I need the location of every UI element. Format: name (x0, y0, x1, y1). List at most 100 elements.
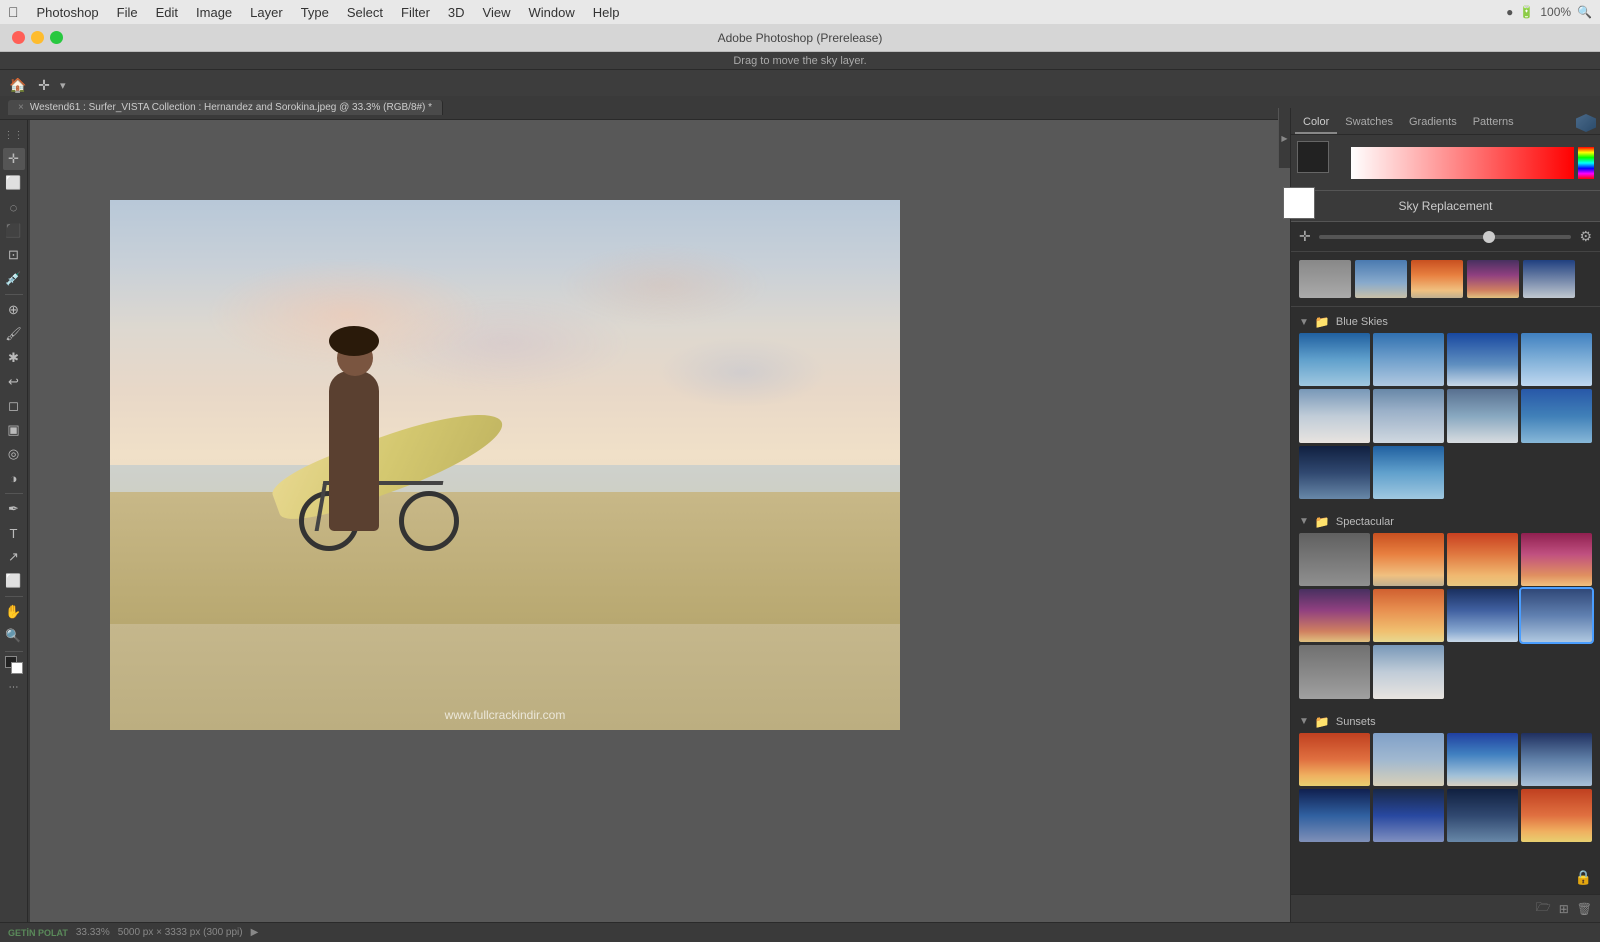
blue-sky-1[interactable] (1299, 333, 1370, 386)
brush-tool[interactable]: 🖌 (3, 323, 25, 345)
spectacular-5[interactable] (1299, 589, 1370, 642)
sky-category-spectacular-header[interactable]: ▼ 📁 Spectacular (1291, 511, 1600, 533)
background-color-swatch[interactable] (1283, 187, 1315, 219)
sky-preset-sunset1[interactable] (1411, 260, 1463, 298)
sky-category-blue-skies-header[interactable]: ▼ 📁 Blue Skies (1291, 311, 1600, 333)
menu-file[interactable]: File (109, 3, 146, 22)
history-brush-tool[interactable]: ↩ (3, 371, 25, 393)
blue-sky-2[interactable] (1373, 333, 1444, 386)
apple-logo[interactable]:  (8, 4, 19, 20)
sky-preset-gray[interactable] (1299, 260, 1351, 298)
eyedropper-tool[interactable]: 💉 (3, 268, 25, 290)
menu-photoshop[interactable]: Photoshop (29, 3, 107, 22)
spectacular-8-selected[interactable] (1521, 589, 1592, 642)
path-selection-tool[interactable]: ↗ (3, 546, 25, 568)
sunset-3[interactable] (1447, 733, 1518, 786)
sky-position-slider[interactable] (1319, 235, 1572, 239)
sky-move-icon[interactable]: ✛ (1299, 228, 1311, 245)
lasso-tool[interactable]: ◌ (3, 196, 25, 218)
spectacular-6[interactable] (1373, 589, 1444, 642)
tab-color[interactable]: Color (1295, 112, 1337, 134)
sky-settings-icon[interactable]: ⚙ (1579, 228, 1592, 245)
rectangular-marquee-tool[interactable]: ⬜ (3, 172, 25, 194)
spectacular-1[interactable] (1299, 533, 1370, 586)
sunset-1[interactable] (1299, 733, 1370, 786)
expand-arrow[interactable]: ▶ (251, 927, 259, 938)
menu-view[interactable]: View (475, 3, 519, 22)
object-selection-tool[interactable]: ⬛ (3, 220, 25, 242)
sky-category-sunsets-header[interactable]: ▼ 📁 Sunsets (1291, 711, 1600, 733)
spectacular-9[interactable] (1299, 645, 1370, 698)
clone-stamp-tool[interactable]: ✱ (3, 347, 25, 369)
color-ramp[interactable] (1351, 147, 1574, 179)
document-tab[interactable]: × Westend61 : Surfer_VISTA Collection : … (8, 100, 443, 115)
new-folder-icon[interactable]: 🗁 (1536, 898, 1551, 919)
minimize-button[interactable] (31, 31, 44, 44)
panel-collapse-button[interactable]: ▶ (1278, 108, 1290, 168)
blue-sky-4[interactable] (1521, 333, 1592, 386)
menu-filter[interactable]: Filter (393, 3, 438, 22)
spectacular-2[interactable] (1373, 533, 1444, 586)
spectacular-7[interactable] (1447, 589, 1518, 642)
extra-tool[interactable]: ⋯ (3, 676, 25, 698)
gradient-tool[interactable]: ▣ (3, 419, 25, 441)
foreground-color[interactable] (5, 656, 23, 674)
collapse-panels-button[interactable]: ⋮⋮ (3, 124, 25, 146)
blue-sky-5[interactable] (1299, 389, 1370, 442)
move-tool[interactable]: ✛ (3, 148, 25, 170)
menu-help[interactable]: Help (585, 3, 628, 22)
tab-gradients[interactable]: Gradients (1401, 112, 1465, 134)
sunset-7[interactable] (1447, 789, 1518, 842)
move-tool-icon[interactable]: ✛ (34, 76, 54, 96)
menu-type[interactable]: Type (293, 3, 337, 22)
sky-preset-blue2[interactable] (1523, 260, 1575, 298)
menu-window[interactable]: Window (521, 3, 583, 22)
spectacular-3[interactable] (1447, 533, 1518, 586)
menu-layer[interactable]: Layer (242, 3, 291, 22)
tool-option-arrow[interactable]: ▾ (60, 79, 66, 92)
sky-slider-thumb[interactable] (1483, 231, 1495, 243)
new-item-icon[interactable]: ⊞ (1559, 902, 1569, 916)
blur-tool[interactable]: ◎ (3, 443, 25, 465)
sunset-8[interactable] (1521, 789, 1592, 842)
menu-3d[interactable]: 3D (440, 3, 473, 22)
maximize-button[interactable] (50, 31, 63, 44)
blue-sky-3[interactable] (1447, 333, 1518, 386)
tab-swatches[interactable]: Swatches (1337, 112, 1401, 134)
blue-sky-8[interactable] (1521, 389, 1592, 442)
dodge-tool[interactable]: ◑ (3, 467, 25, 489)
spectacular-4[interactable] (1521, 533, 1592, 586)
crop-tool[interactable]: ⊡ (3, 244, 25, 266)
sky-replacement-panel[interactable]: Sky Replacement ✛ ⚙ ▼ 📁 Blue Skies (1291, 190, 1600, 922)
hand-tool[interactable]: ✋ (3, 601, 25, 623)
color-spectrum[interactable] (1578, 147, 1594, 179)
sunset-2[interactable] (1373, 733, 1444, 786)
sky-preset-sunset2[interactable] (1467, 260, 1519, 298)
home-icon[interactable]: 🏠 (8, 76, 28, 96)
pen-tool[interactable]: ✒ (3, 498, 25, 520)
tab-patterns[interactable]: Patterns (1465, 112, 1522, 134)
text-tool[interactable]: T (3, 522, 25, 544)
foreground-color-swatch[interactable] (1297, 141, 1329, 173)
shape-tool[interactable]: ⬜ (3, 570, 25, 592)
blue-sky-7[interactable] (1447, 389, 1518, 442)
sunset-4[interactable] (1521, 733, 1592, 786)
healing-brush-tool[interactable]: ⊕ (3, 299, 25, 321)
blue-sky-9[interactable] (1299, 446, 1370, 499)
delete-icon[interactable]: 🗑 (1577, 902, 1592, 916)
close-button[interactable] (12, 31, 25, 44)
blue-sky-6[interactable] (1373, 389, 1444, 442)
sunset-5[interactable] (1299, 789, 1370, 842)
menu-image[interactable]: Image (188, 3, 240, 22)
zoom-tool[interactable]: 🔍 (3, 625, 25, 647)
spectacular-10[interactable] (1373, 645, 1444, 698)
tab-close-button[interactable]: × (18, 102, 24, 113)
blue-sky-10[interactable] (1373, 446, 1444, 499)
sky-preset-blue1[interactable] (1355, 260, 1407, 298)
search-menubar-icon[interactable]: 🔍 (1577, 5, 1592, 19)
eraser-tool[interactable]: ◻ (3, 395, 25, 417)
sunset-6[interactable] (1373, 789, 1444, 842)
menu-edit[interactable]: Edit (148, 3, 186, 22)
menu-select[interactable]: Select (339, 3, 391, 22)
traffic-lights[interactable] (12, 31, 63, 44)
